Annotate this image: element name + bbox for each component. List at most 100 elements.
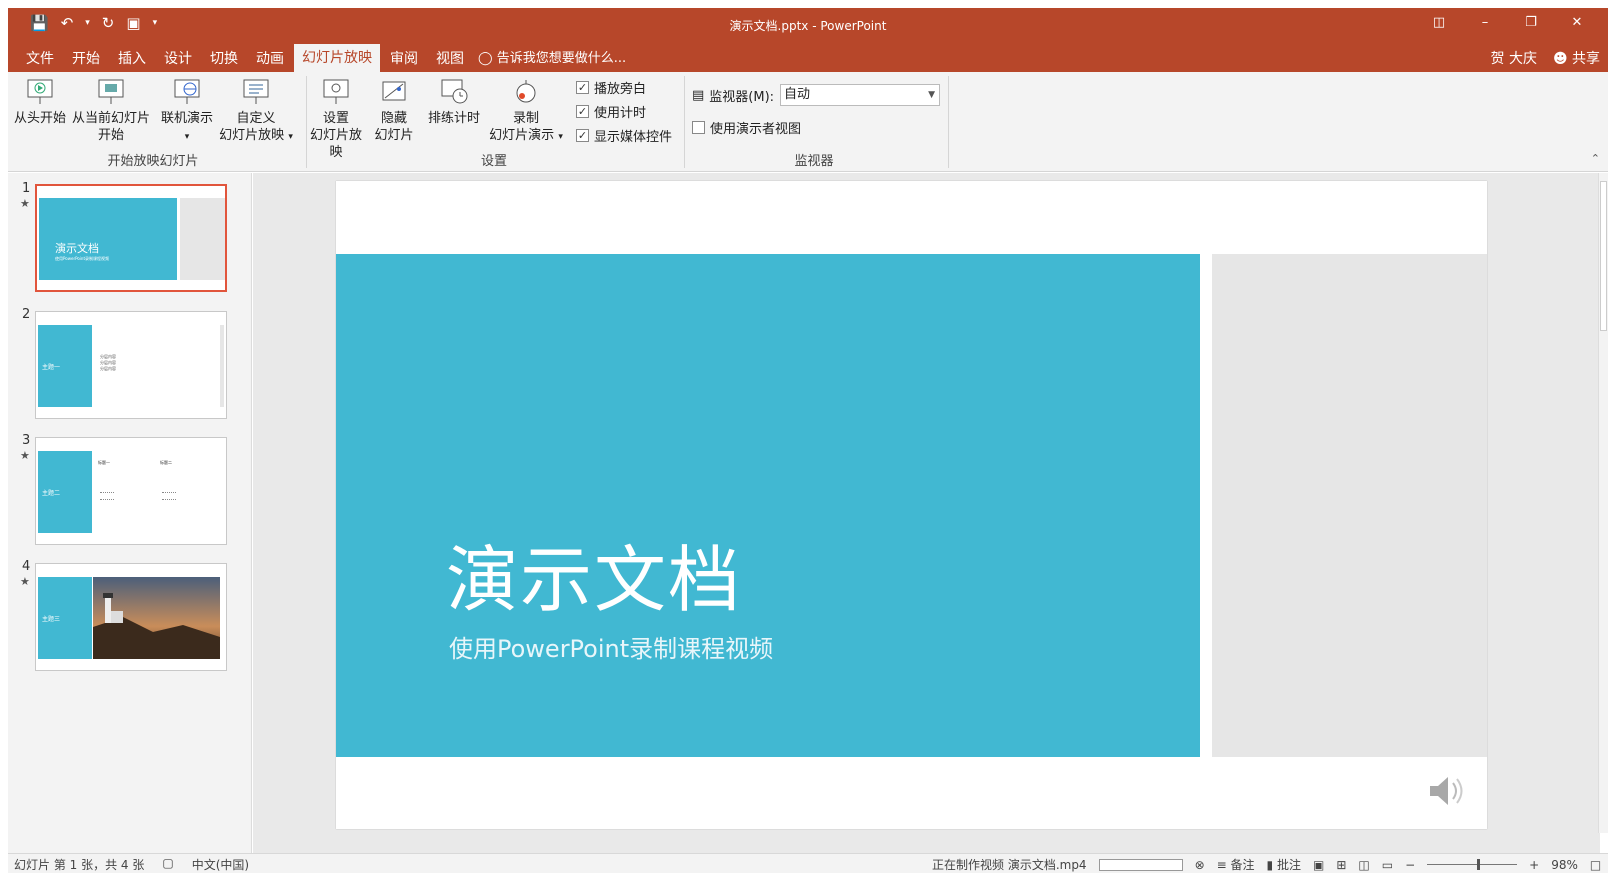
- play-narrations-checkbox[interactable]: ✓ 播放旁白: [576, 78, 646, 97]
- thumb-grey-panel: [180, 198, 225, 280]
- notes-label: 备注: [1230, 858, 1255, 872]
- thumb-bullet: 分层内容: [100, 366, 116, 371]
- record-slideshow-button[interactable]: 录制 幻灯片演示 ▾: [486, 78, 566, 146]
- status-bar: 幻灯片 第 1 张，共 4 张 ▢ 中文(中国) 正在制作视频 演示文档.mp4…: [8, 853, 1608, 873]
- normal-view-icon[interactable]: ▣: [1313, 858, 1324, 872]
- chevron-down-icon: ▾: [184, 132, 190, 142]
- fit-slide-icon[interactable]: □: [1590, 858, 1601, 872]
- hide-slide-button[interactable]: 隐藏 幻灯片: [370, 78, 418, 144]
- thumb-number: 3: [22, 433, 31, 448]
- restore-icon[interactable]: ❐: [1508, 12, 1554, 34]
- thumb-blue-panel: [39, 198, 177, 280]
- zoom-level[interactable]: 98%: [1551, 858, 1578, 872]
- share-button[interactable]: ☻ 共享: [1553, 48, 1600, 68]
- window-title: 演示文档.pptx - PowerPoint: [729, 19, 887, 33]
- cancel-export-icon[interactable]: ⊗: [1195, 858, 1205, 872]
- thumb-subtitle: 使用PowerPoint录制课程视频: [55, 256, 110, 261]
- custom-label-1: 自定义: [236, 111, 276, 126]
- collapse-ribbon-icon[interactable]: ⌃: [1591, 152, 1600, 165]
- online-present-button[interactable]: 联机演示 ▾: [158, 78, 216, 146]
- share-label: 共享: [1572, 51, 1600, 67]
- from-beginning-label: 从头开始: [13, 111, 66, 126]
- use-timings-checkbox[interactable]: ✓ 使用计时: [576, 102, 646, 121]
- close-icon[interactable]: ✕: [1554, 12, 1600, 34]
- slide-thumbnail-pane: 1 ★ 演示文档 使用PowerPoint录制课程视频 2 主题一 分层内容 分…: [8, 173, 252, 853]
- record-icon: [516, 80, 536, 103]
- rehearse-timings-button[interactable]: 排练计时: [422, 78, 486, 127]
- monitor-label-wrap: ▤ 监视器(M):: [692, 86, 774, 105]
- custom-slideshow-button[interactable]: 自定义 幻灯片放映 ▾: [216, 78, 296, 146]
- zoom-slider[interactable]: [1427, 859, 1518, 870]
- export-progress-bar: [1098, 858, 1183, 871]
- vertical-scrollbar[interactable]: [1598, 173, 1608, 833]
- speaker-icon[interactable]: [1426, 771, 1466, 811]
- group-label-start: 开始放映幻灯片: [107, 154, 199, 169]
- presenter-view-checkbox[interactable]: 使用演示者视图: [692, 118, 801, 137]
- reading-view-icon[interactable]: ◫: [1358, 858, 1369, 872]
- language-indicator[interactable]: 中文(中国): [192, 856, 249, 873]
- hide-label-1: 隐藏: [380, 111, 407, 126]
- checkbox-unchecked-icon: [692, 121, 705, 134]
- monitor-select[interactable]: 自动 ▼: [780, 84, 940, 106]
- slide-thumbnail-2[interactable]: 主题一 分层内容 分层内容 分层内容: [35, 311, 227, 419]
- zoom-out-icon[interactable]: −: [1405, 858, 1415, 872]
- tab-insert[interactable]: 插入: [110, 46, 154, 72]
- tab-design[interactable]: 设计: [156, 46, 200, 72]
- chevron-down-icon: ▼: [928, 90, 935, 100]
- from-current-label-1: 从当前幻灯片: [71, 111, 150, 126]
- tab-animations[interactable]: 动画: [248, 46, 292, 72]
- group-label-monitor: 监视器: [794, 154, 834, 169]
- custom-label-2: 幻灯片放映: [219, 128, 285, 143]
- thumb-col1-lines: [100, 492, 114, 500]
- show-media-controls-label: 显示媒体控件: [594, 130, 673, 145]
- scrollbar-thumb[interactable]: [1600, 181, 1607, 331]
- tab-review[interactable]: 审阅: [382, 46, 426, 72]
- group-label-setup: 设置: [480, 154, 507, 169]
- chevron-down-icon: ▾: [558, 132, 563, 142]
- checkbox-checked-icon: ✓: [576, 81, 589, 94]
- from-beginning-button[interactable]: 从头开始: [12, 78, 68, 127]
- slide-thumbnail-1[interactable]: 演示文档 使用PowerPoint录制课程视频: [35, 184, 227, 292]
- tab-slideshow[interactable]: 幻灯片放映: [294, 44, 380, 72]
- tab-view[interactable]: 视图: [428, 46, 472, 72]
- user-area: 贺 大庆 ☻ 共享: [1491, 48, 1601, 68]
- setup-slideshow-button[interactable]: 设置 幻灯片放映: [304, 78, 368, 161]
- thumb-title: 演示文档: [55, 242, 99, 255]
- ribbon-tabs: 文件 开始 插入 设计 切换 动画 幻灯片放映 审阅 视图 ◯ 告诉我您想要做什…: [8, 40, 1608, 72]
- slide-thumbnail-4[interactable]: 主题三: [35, 563, 227, 671]
- slide-thumbnail-3[interactable]: 主题二 标题一 标题二: [35, 437, 227, 545]
- thumb-bullets: 分层内容 分层内容 分层内容: [100, 354, 116, 372]
- animation-star-icon: ★: [20, 575, 30, 588]
- slide-subtitle[interactable]: 使用PowerPoint录制课程视频: [449, 629, 773, 664]
- comments-label: 批注: [1276, 858, 1301, 872]
- tell-me-text: 告诉我您想要做什么...: [496, 51, 627, 66]
- show-media-controls-checkbox[interactable]: ✓ 显示媒体控件: [576, 126, 672, 145]
- tell-me-box[interactable]: ◯ 告诉我您想要做什么...: [478, 46, 626, 72]
- hide-slide-icon: [382, 81, 406, 101]
- window-controls: ◫ – ❐ ✕: [1416, 12, 1600, 34]
- notes-icon: ≡: [1216, 858, 1231, 872]
- tab-transitions[interactable]: 切换: [202, 46, 246, 72]
- tab-home[interactable]: 开始: [64, 46, 108, 72]
- ribbon-display-icon[interactable]: ◫: [1416, 12, 1462, 34]
- tab-file[interactable]: 文件: [18, 46, 62, 72]
- comments-button[interactable]: ▮ 批注: [1267, 856, 1301, 873]
- slideshow-play-icon: [27, 79, 53, 104]
- thumb-title: 主题三: [42, 616, 61, 623]
- user-name[interactable]: 贺 大庆: [1491, 48, 1537, 68]
- minimize-icon[interactable]: –: [1462, 12, 1508, 34]
- slideshow-view-icon[interactable]: ▭: [1382, 858, 1393, 872]
- from-current-button[interactable]: 从当前幻灯片 开始: [69, 78, 153, 144]
- zoom-slider-knob[interactable]: [1477, 859, 1481, 870]
- custom-slideshow-icon: [243, 79, 269, 104]
- notes-button[interactable]: ≡ 备注: [1217, 856, 1255, 873]
- thumb-title: 主题二: [42, 490, 61, 497]
- animation-star-icon: ★: [20, 449, 30, 462]
- current-slide[interactable]: 演示文档 使用PowerPoint录制课程视频: [336, 181, 1487, 829]
- zoom-in-icon[interactable]: +: [1529, 858, 1539, 872]
- slide-sorter-icon[interactable]: ⊞: [1336, 858, 1346, 872]
- setup-slideshow-icon: [323, 79, 349, 104]
- from-current-label-2: 开始: [97, 128, 124, 143]
- slide-title[interactable]: 演示文档: [446, 521, 742, 626]
- spellcheck-icon[interactable]: ▢: [162, 856, 173, 873]
